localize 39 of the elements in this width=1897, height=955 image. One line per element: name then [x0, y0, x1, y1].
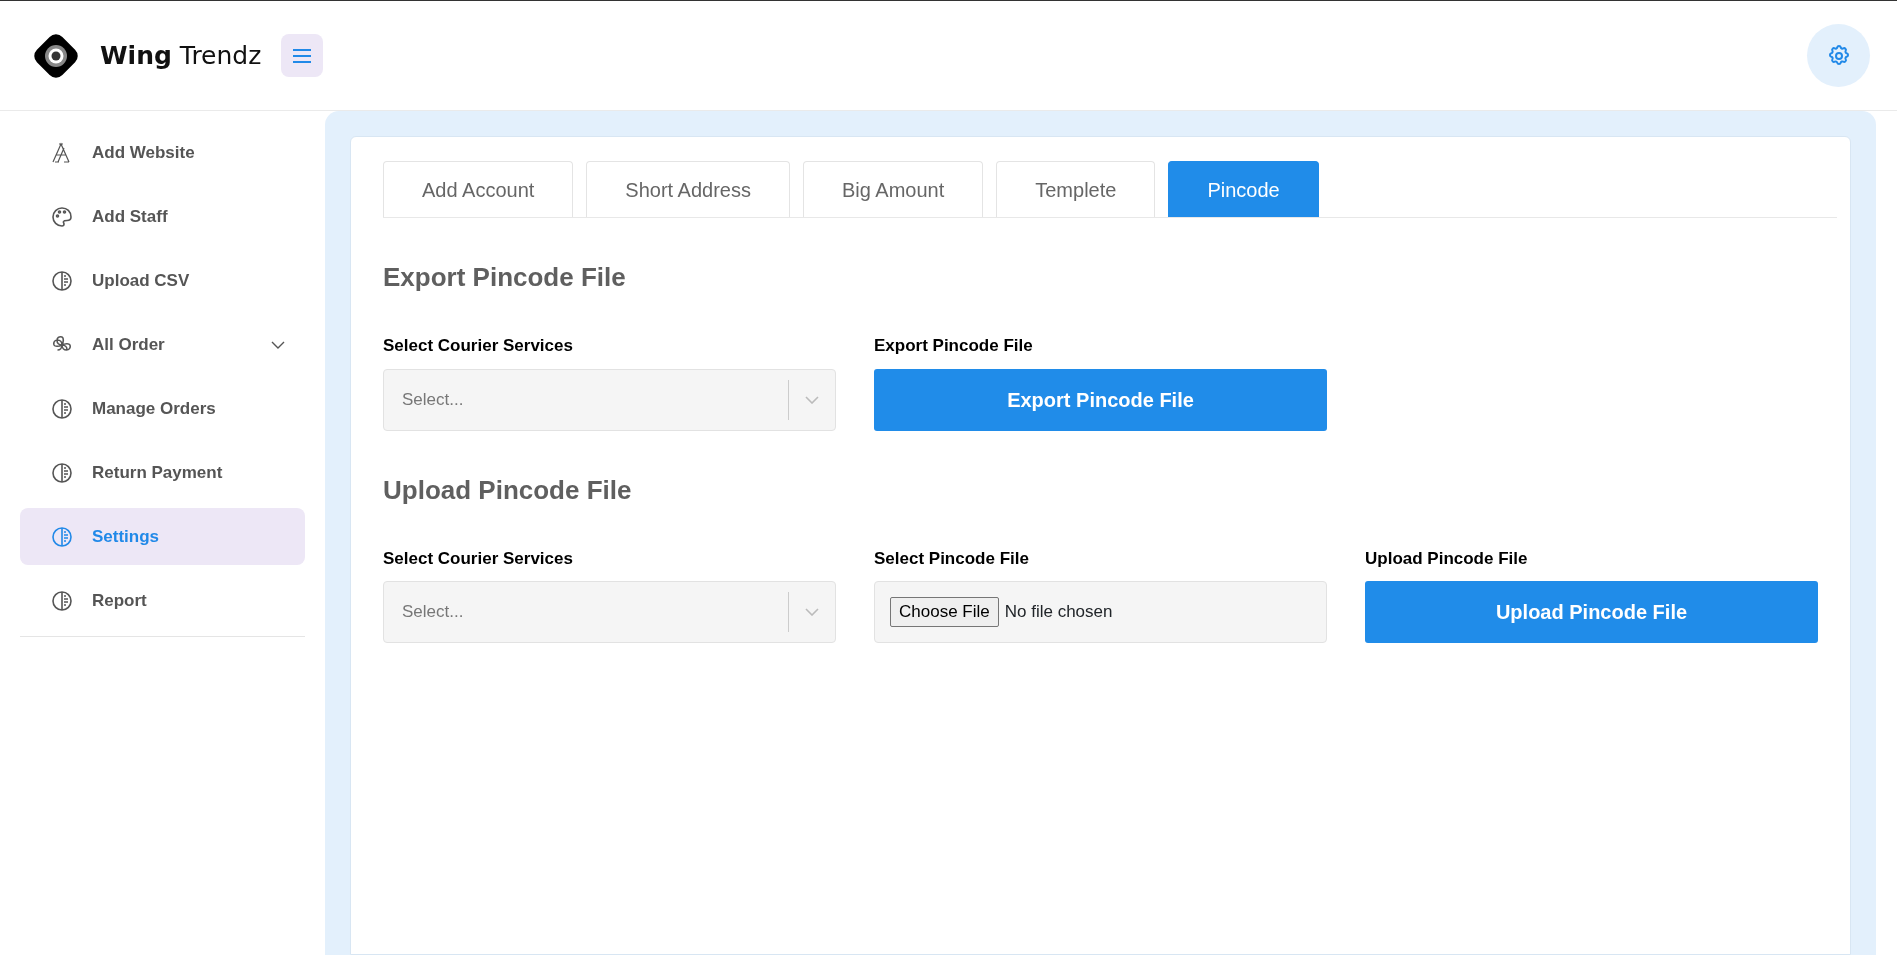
disc-icon — [50, 396, 74, 421]
sidebar-item[interactable]: Upload CSV — [20, 252, 305, 309]
tab[interactable]: Add Account — [383, 161, 574, 217]
tab[interactable]: Big Amount — [802, 161, 984, 217]
field-label: Select Courier Services — [383, 547, 574, 570]
tab[interactable]: Pincode — [1168, 161, 1319, 217]
sidebar-item[interactable]: Report — [20, 572, 305, 629]
chevron-icon — [271, 340, 285, 349]
select-field[interactable]: Select... — [383, 368, 836, 431]
sidebar-item[interactable]: Add Staff — [20, 188, 305, 245]
chevron-icon — [805, 608, 819, 616]
tab[interactable]: Templete — [996, 161, 1156, 217]
brand-name: Wing Trendz — [100, 39, 262, 72]
disc-icon — [50, 460, 74, 485]
field-label: Select Pincode File — [874, 547, 1030, 570]
file-input[interactable]: Choose File No file chosen — [874, 581, 1327, 643]
select-field[interactable]: Select... — [383, 581, 836, 643]
field-label: Export Pincode File — [874, 335, 1034, 357]
sidebar-item[interactable]: Add Website — [20, 124, 305, 181]
menu-button[interactable] — [281, 34, 324, 77]
sidebar-item[interactable]: Return Payment — [20, 444, 305, 501]
section-title: Upload Pincode File — [383, 473, 633, 507]
tab[interactable]: Short Address — [586, 161, 790, 217]
palette-icon — [50, 204, 74, 229]
disc-icon — [50, 524, 74, 549]
file-status: No file chosen — [1004, 601, 1113, 624]
action-button[interactable]: Upload Pincode File — [1365, 581, 1818, 643]
choose-file-button[interactable]: Choose File — [890, 597, 999, 627]
settings-icon — [1826, 43, 1851, 68]
field-label: Upload Pincode File — [1365, 547, 1529, 570]
field-label: Select Courier Services — [383, 335, 574, 357]
sidebar-item[interactable]: All Order — [20, 316, 305, 373]
action-button[interactable]: Export Pincode File — [874, 368, 1327, 431]
disc-icon — [50, 268, 74, 293]
section-title: Export Pincode File — [383, 261, 627, 294]
chevron-icon — [805, 395, 819, 404]
menu-icon — [292, 47, 313, 64]
sidebar-item[interactable]: Manage Orders — [20, 380, 305, 437]
disc-icon — [50, 588, 74, 613]
